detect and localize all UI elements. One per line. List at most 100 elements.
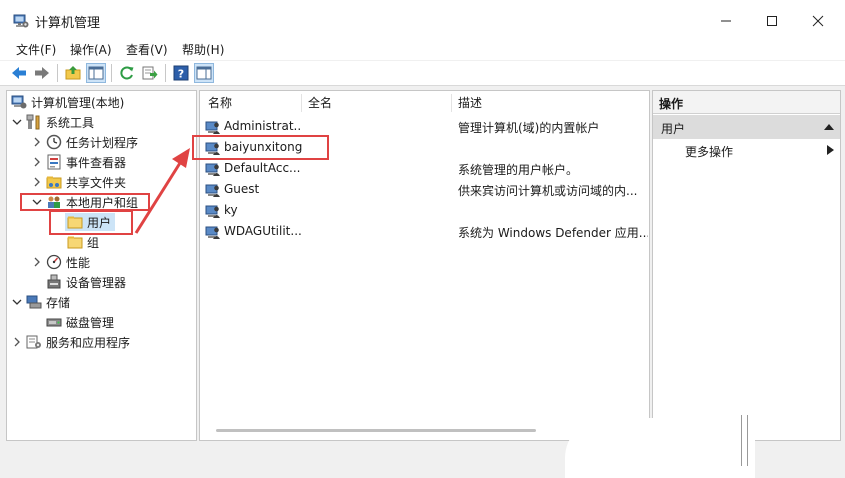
- white-overlay-shape: [565, 418, 755, 478]
- tree-item-services-apps[interactable]: 服务和应用程序: [11, 333, 130, 351]
- table-row[interactable]: DefaultAcc... 系统管理的用户帐户。: [204, 159, 648, 179]
- highlight-box-users-folder: [49, 210, 133, 235]
- device-manager-icon: [47, 274, 61, 289]
- user-account-icon: [205, 226, 220, 239]
- user-description: 系统管理的用户帐户。: [458, 163, 579, 177]
- collapse-up-icon: [824, 124, 834, 130]
- annotation-arrow: [134, 148, 190, 234]
- tree-label: 磁盘管理: [66, 315, 115, 330]
- back-arrow-icon: [12, 67, 26, 79]
- tree-item-device-manager[interactable]: 设备管理器: [43, 273, 126, 291]
- tree-label: 系统工具: [46, 115, 95, 130]
- divider-line: [741, 415, 742, 466]
- column-header-name[interactable]: 名称: [208, 93, 232, 113]
- actions-section-label: 用户: [661, 122, 686, 136]
- actions-pane: 操作 用户 更多操作: [652, 90, 841, 441]
- gauge-icon: [46, 254, 62, 270]
- services-icon: [26, 335, 41, 349]
- chevron-right-icon[interactable]: [31, 133, 43, 151]
- tree-item-storage[interactable]: 存储: [11, 293, 70, 311]
- show-hide-action-pane-button[interactable]: [194, 63, 214, 83]
- folder-icon: [67, 236, 83, 249]
- refresh-icon: [120, 66, 134, 80]
- chevron-right-icon[interactable]: [31, 253, 43, 271]
- console-tree: 计算机管理(本地) 系统工具 任务计划程序 事件查看器 共享文件夹 本地用户和组…: [6, 90, 197, 441]
- up-one-level-button[interactable]: [64, 64, 82, 82]
- menu-bar: 文件(F) 操作(A) 查看(V) 帮助(H): [0, 40, 845, 60]
- horizontal-scrollbar[interactable]: [216, 429, 536, 432]
- maximize-button[interactable]: [749, 6, 795, 36]
- folder-up-icon: [65, 66, 81, 80]
- user-name: DefaultAcc...: [224, 161, 301, 175]
- computer-management-icon: [11, 95, 27, 109]
- show-hide-console-tree-button[interactable]: [86, 63, 106, 83]
- tree-item-root[interactable]: 计算机管理(本地): [11, 93, 124, 111]
- menu-file[interactable]: 文件(F): [16, 41, 56, 58]
- tree-item-disk-management[interactable]: 磁盘管理: [43, 313, 114, 331]
- chevron-right-icon[interactable]: [11, 333, 23, 351]
- disk-icon: [46, 318, 62, 327]
- chevron-right-icon[interactable]: [31, 153, 43, 171]
- forward-button[interactable]: [33, 64, 51, 82]
- tree-label: 性能: [66, 255, 91, 270]
- menu-action[interactable]: 操作(A): [70, 41, 112, 58]
- tree-item-shared-folders[interactable]: 共享文件夹: [31, 173, 126, 191]
- tree-item-groups[interactable]: 组: [65, 233, 99, 251]
- console-tree-icon: [88, 66, 104, 80]
- user-name: Administrat...: [224, 119, 302, 133]
- clock-icon: [46, 134, 62, 150]
- actions-header: 操作: [653, 91, 840, 114]
- tree-label: 服务和应用程序: [46, 335, 131, 350]
- action-pane-icon: [196, 66, 212, 80]
- tree-label: 事件查看器: [66, 155, 127, 170]
- refresh-button[interactable]: [118, 64, 136, 82]
- toolbar: ?: [0, 61, 845, 86]
- table-row[interactable]: WDAGUtilit... 系统为 Windows Defender 应用...: [204, 222, 648, 242]
- tree-label: 存储: [46, 295, 71, 310]
- menu-help[interactable]: 帮助(H): [182, 41, 224, 58]
- minimize-icon: [721, 20, 731, 22]
- menu-view[interactable]: 查看(V): [126, 41, 168, 58]
- user-description: 管理计算机(域)的内置帐户: [458, 121, 600, 135]
- tree-label: 设备管理器: [66, 275, 127, 290]
- close-button[interactable]: [795, 6, 841, 36]
- export-list-button[interactable]: [141, 64, 159, 82]
- title-bar: 计算机管理: [0, 0, 845, 40]
- tree-item-system-tools[interactable]: 系统工具: [11, 113, 94, 131]
- tree-label: 计算机管理(本地): [31, 95, 125, 110]
- minimize-button[interactable]: [703, 6, 749, 36]
- export-icon: [142, 66, 158, 80]
- close-icon: [812, 15, 824, 27]
- column-header-full-name[interactable]: 全名: [308, 93, 332, 113]
- table-row[interactable]: Administrat... 管理计算机(域)的内置帐户: [204, 117, 648, 137]
- chevron-down-icon[interactable]: [11, 293, 23, 311]
- user-account-icon: [205, 163, 220, 176]
- user-account-icon: [205, 121, 220, 134]
- computer-management-icon: [13, 14, 29, 28]
- tree-item-performance[interactable]: 性能: [31, 253, 90, 271]
- forward-arrow-icon: [35, 67, 49, 79]
- table-row[interactable]: ky: [204, 201, 648, 221]
- back-button[interactable]: [10, 64, 28, 82]
- chevron-right-icon[interactable]: [31, 173, 43, 191]
- more-actions-item[interactable]: 更多操作: [685, 143, 733, 160]
- chevron-down-icon[interactable]: [11, 113, 23, 131]
- user-name: Guest: [224, 182, 260, 196]
- user-description: 供来宾访问计算机或访问域的内...: [458, 184, 638, 198]
- highlight-box-user-row: [192, 135, 329, 160]
- svg-text:?: ?: [178, 68, 184, 81]
- actions-title: 操作: [659, 97, 684, 111]
- tree-item-task-scheduler[interactable]: 任务计划程序: [31, 133, 138, 151]
- actions-section-users[interactable]: 用户: [653, 115, 840, 139]
- user-account-icon: [205, 184, 220, 197]
- help-button[interactable]: ?: [172, 64, 190, 82]
- tree-label: 任务计划程序: [66, 135, 139, 150]
- user-name: WDAGUtilit...: [224, 224, 302, 238]
- help-icon: ?: [173, 65, 189, 81]
- user-description: 系统为 Windows Defender 应用...: [458, 226, 648, 240]
- tree-item-event-viewer[interactable]: 事件查看器: [31, 153, 126, 171]
- table-row[interactable]: Guest 供来宾访问计算机或访问域的内...: [204, 180, 648, 200]
- storage-icon: [26, 295, 42, 309]
- column-header-description[interactable]: 描述: [458, 93, 482, 113]
- user-account-icon: [205, 205, 220, 218]
